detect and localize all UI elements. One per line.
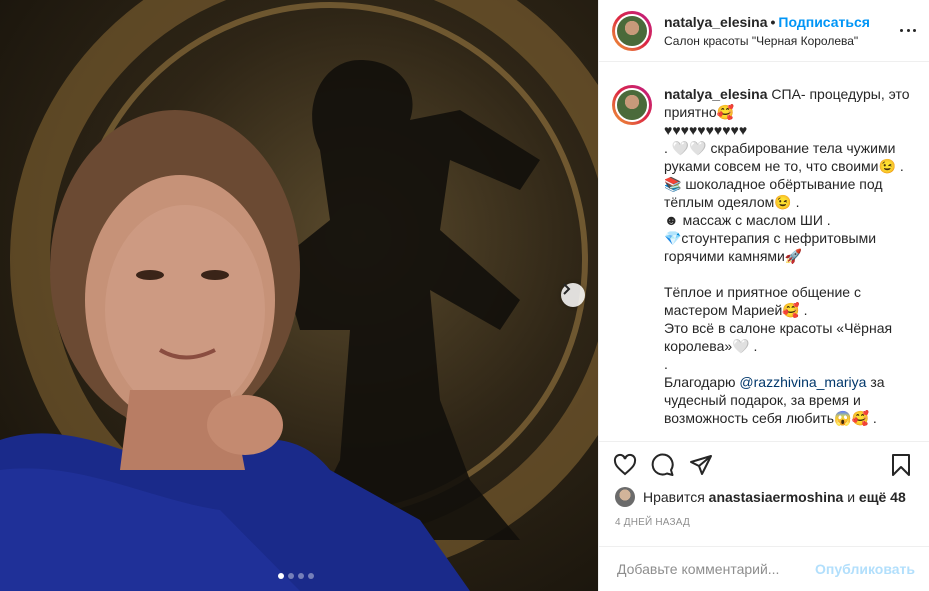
share-icon — [690, 454, 712, 475]
caption-thanks: Благодарю @razzhivina_mariya за чудесный… — [664, 374, 885, 426]
liker-username[interactable]: anastasiaermoshina — [709, 489, 844, 505]
next-photo-button[interactable] — [561, 283, 585, 307]
header-username[interactable]: natalya_elesina — [664, 14, 768, 30]
post-viewer: natalya_elesina • Подписаться Салон красот… — [0, 0, 929, 591]
like-button[interactable] — [609, 449, 641, 481]
caption-line: . — [664, 356, 668, 372]
pagination-dot — [288, 573, 294, 579]
likes-count[interactable]: ещё 48 — [859, 489, 906, 505]
comment-icon — [651, 453, 674, 476]
publish-button[interactable]: Опубликовать — [815, 561, 915, 577]
pagination-dot — [308, 573, 314, 579]
post-header: natalya_elesina • Подписаться Салон красот… — [599, 0, 929, 62]
caption-avatar[interactable] — [612, 85, 652, 125]
action-bar — [599, 441, 929, 487]
photo-pagination — [278, 573, 314, 579]
comment-input[interactable] — [615, 560, 816, 578]
caption-line: ☻ массаж с маслом ШИ . — [664, 212, 831, 228]
header-separator: • — [770, 13, 776, 30]
caption-line: 📚 шоколадное обёртывание под тёплым одея… — [664, 176, 883, 210]
add-comment-bar: Опубликовать — [599, 546, 929, 591]
save-button[interactable] — [885, 449, 917, 481]
heart-icon — [613, 453, 637, 475]
caption-username[interactable]: natalya_elesina — [664, 86, 768, 102]
caption-line: . 🤍🤍 скрабирование тела чужими руками со… — [664, 140, 904, 174]
share-button[interactable] — [685, 449, 717, 481]
caption-line: Это всё в салоне красоты «Чёрная королев… — [664, 320, 893, 354]
caption-text: natalya_elesina СПА- процедуры, это прия… — [664, 85, 915, 441]
likes-summary: Нравится anastasiaermoshina и ещё 48 — [615, 487, 906, 507]
photo-illustration — [0, 0, 598, 591]
post-date[interactable]: 4 ДНЕЙ НАЗАД — [615, 517, 690, 528]
post-side-panel: natalya_elesina • Подписаться Салон красот… — [598, 0, 929, 591]
location-link[interactable]: Салон красоты "Черная Королева" — [664, 33, 870, 49]
avatar[interactable] — [612, 10, 652, 51]
comment-button[interactable] — [647, 449, 679, 481]
pagination-dot — [278, 573, 284, 579]
mention-link[interactable]: @razzhivina_mariya — [739, 374, 866, 390]
chevron-right-icon — [563, 283, 571, 295]
bookmark-icon — [892, 453, 910, 476]
liker-avatar[interactable] — [615, 487, 635, 507]
caption-line: ♥♥♥♥♥♥♥♥♥♥ — [664, 122, 748, 138]
caption-area: natalya_elesina СПА- процедуры, это прия… — [599, 63, 929, 441]
follow-button[interactable]: Подписаться — [778, 14, 870, 30]
more-options-icon[interactable] — [900, 22, 916, 38]
caption-line: Тёплое и приятное общение с мастером Мар… — [664, 284, 861, 318]
post-photo[interactable] — [0, 0, 598, 591]
pagination-dot — [298, 573, 304, 579]
caption-line: 💎стоунтерапия с нефритовыми горячими кам… — [664, 230, 877, 264]
